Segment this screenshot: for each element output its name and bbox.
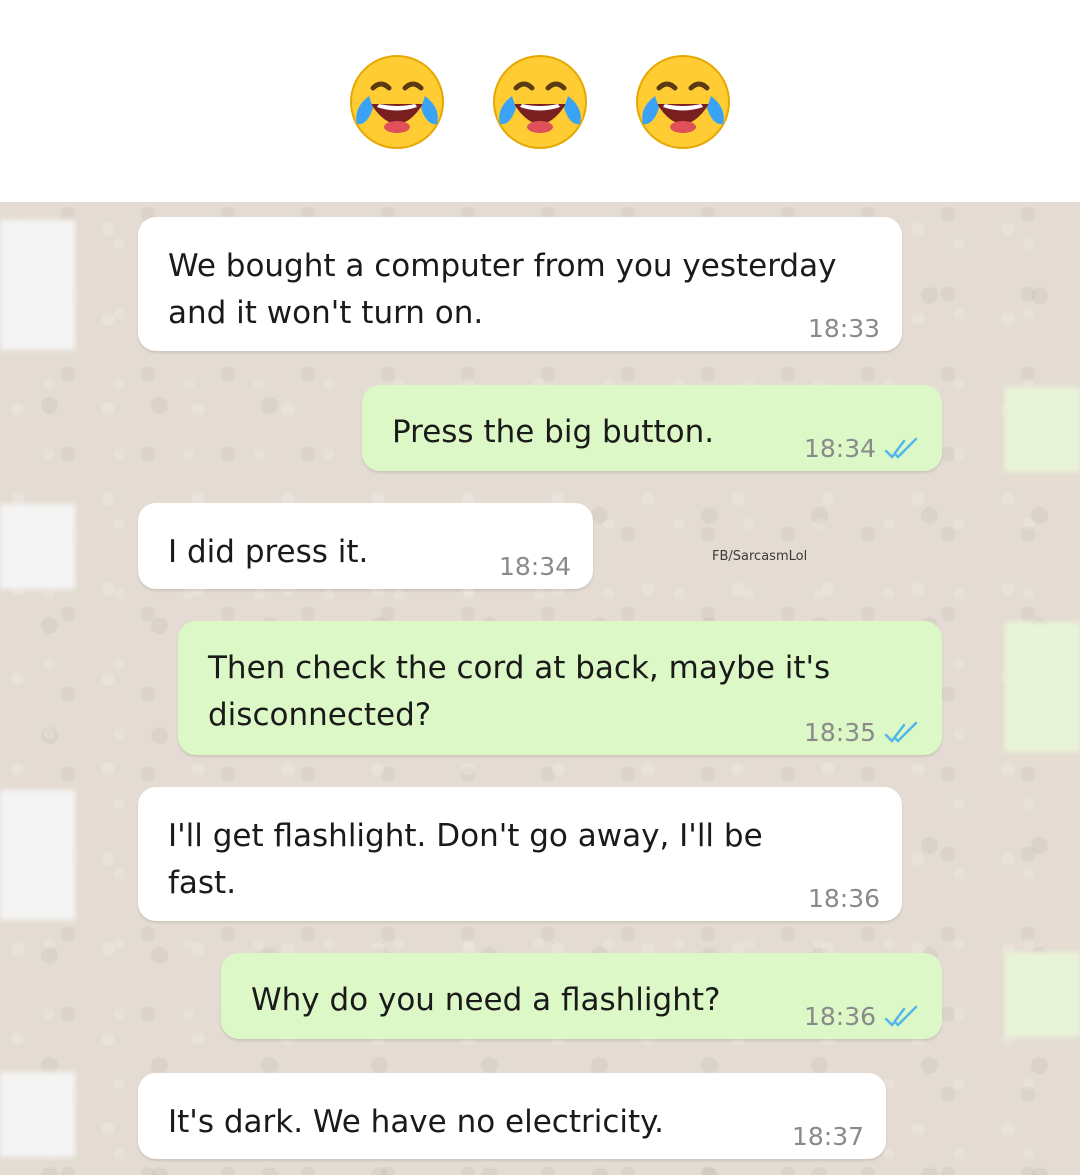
read-ticks-icon [884,721,918,743]
message-bubble-outgoing[interactable]: Why do you need a flashlight? 18:36 [221,953,942,1039]
read-ticks-icon [884,437,918,459]
message-bubble-incoming[interactable]: We bought a computer from you yesterday … [138,217,902,351]
message-text: I did press it. [168,534,369,570]
cropped-bubble-edge [0,220,75,350]
message-meta: 18:36 [804,1002,920,1031]
message-bubble-outgoing[interactable]: Then check the cord at back, maybe it's … [178,621,942,755]
message-time: 18:35 [803,718,876,747]
face-with-tears-of-joy-icon [350,55,444,149]
cropped-bubble-edge [1005,622,1080,752]
message-time: 18:34 [498,552,571,581]
message-meta: 18:34 [499,552,571,581]
emoji-header [0,0,1080,202]
message-meta: 18:33 [808,314,880,343]
message-text: Press the big button. [392,414,715,450]
message-meta: 18:35 [804,718,920,747]
message-meta: 18:37 [792,1122,864,1151]
cropped-bubble-edge [0,1072,75,1157]
message-time: 18:36 [807,884,880,913]
message-time: 18:33 [807,314,880,343]
cropped-bubble-edge [1005,387,1080,472]
message-bubble-incoming[interactable]: I'll get flashlight. Don't go away, I'll… [138,787,902,921]
message-time: 18:36 [803,1002,876,1031]
message-bubble-outgoing[interactable]: Press the big button. 18:34 [362,385,942,471]
message-text: Then check the cord at back, maybe it's … [208,650,831,733]
face-with-tears-of-joy-icon [636,55,730,149]
cropped-bubble-edge [0,790,75,920]
message-time: 18:34 [803,434,876,463]
message-text: We bought a computer from you yesterday … [168,248,837,331]
cropped-bubble-edge [1005,952,1080,1037]
message-text: It's dark. We have no electricity. [168,1104,664,1140]
message-meta: 18:36 [808,884,880,913]
message-meta: 18:34 [804,434,920,463]
message-text: I'll get flashlight. Don't go away, I'll… [168,818,763,901]
message-bubble-incoming[interactable]: I did press it. 18:34 [138,503,593,589]
cropped-bubble-edge [0,504,75,589]
face-with-tears-of-joy-icon [493,55,587,149]
message-text: Why do you need a flashlight? [251,982,721,1018]
message-bubble-incoming[interactable]: It's dark. We have no electricity. 18:37 [138,1073,886,1159]
watermark: FB/SarcasmLol [712,549,808,564]
read-ticks-icon [884,1005,918,1027]
message-time: 18:37 [791,1122,864,1151]
